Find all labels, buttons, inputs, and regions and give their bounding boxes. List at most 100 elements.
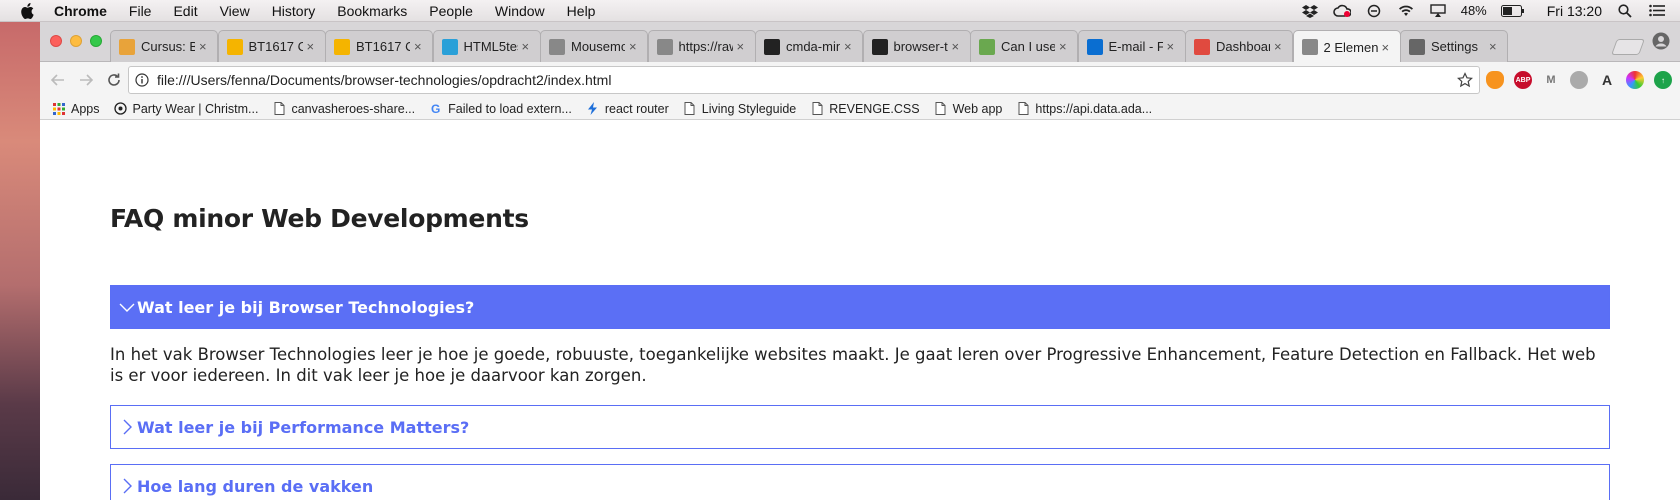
tab-title: BT1617 Co <box>248 39 303 54</box>
menu-app-name[interactable]: Chrome <box>54 3 107 19</box>
faq-answer-browser-technologies: In het vak Browser Technologies leer je … <box>110 345 1596 385</box>
tab-close-icon[interactable]: × <box>199 39 211 54</box>
browser-tab[interactable]: Mousemov × <box>540 30 648 62</box>
tab-close-icon[interactable]: × <box>737 39 749 54</box>
window-controls <box>50 35 102 47</box>
menubar-clock[interactable]: Fri 13:20 <box>1547 3 1602 19</box>
menu-window[interactable]: Window <box>495 3 545 19</box>
menu-history[interactable]: History <box>272 3 316 19</box>
faq-question-performance-matters[interactable]: Wat leer je bij Performance Matters? <box>110 405 1610 449</box>
bookmark-item[interactable]: Party Wear | Christm... <box>114 102 258 116</box>
page-icon <box>810 102 824 116</box>
chevron-right-icon <box>119 478 135 494</box>
faq-question-browser-technologies[interactable]: Wat leer je bij Browser Technologies? <box>110 285 1610 329</box>
faq-question-label: Hoe lang duren de vakken <box>137 476 374 496</box>
tab-close-icon[interactable]: × <box>414 39 426 54</box>
browser-tab[interactable]: HTML5test × <box>432 30 541 62</box>
tab-title: cmda-mino <box>786 39 840 54</box>
bookmark-item[interactable]: Living Styleguide <box>683 102 796 116</box>
browser-tab[interactable]: Can I use.. × <box>970 30 1078 62</box>
fire-extension-icon[interactable] <box>1486 71 1504 89</box>
bookmark-item[interactable]: canvasheroes-share... <box>272 102 415 116</box>
bookmark-item[interactable]: react router <box>586 102 669 116</box>
desktop-wallpaper <box>0 22 40 500</box>
font-extension-icon[interactable]: A <box>1598 71 1616 89</box>
browser-tab[interactable]: 2 Elements × <box>1292 30 1401 63</box>
battery-percent[interactable]: 48% <box>1461 3 1487 18</box>
tab-close-icon[interactable]: × <box>307 39 319 54</box>
gmail-extension-icon[interactable]: M <box>1542 71 1560 89</box>
adblock-plus-icon[interactable]: ABP <box>1514 71 1532 89</box>
apple-menu-icon[interactable] <box>20 2 36 19</box>
tab-close-icon[interactable]: × <box>522 39 534 54</box>
page-icon <box>272 102 286 116</box>
tab-close-icon[interactable]: × <box>952 39 964 54</box>
menu-help[interactable]: Help <box>567 3 596 19</box>
outlook-icon <box>1086 38 1103 55</box>
browser-tab[interactable]: cmda-mino × <box>755 30 863 62</box>
menu-people[interactable]: People <box>429 3 473 19</box>
browser-tab[interactable]: https://raw × <box>647 30 756 62</box>
zoom-window-button[interactable] <box>90 35 102 47</box>
browser-tab[interactable]: Settings × <box>1400 30 1508 62</box>
notification-center-icon[interactable] <box>1648 4 1666 18</box>
tab-title: Mousemov <box>571 39 625 54</box>
bookmark-item[interactable]: Apps <box>52 102 100 116</box>
info-icon[interactable] <box>135 73 149 87</box>
address-bar[interactable]: file:///Users/fenna/Documents/browser-te… <box>128 66 1480 94</box>
bookmark-item[interactable]: G Failed to load extern... <box>429 102 572 116</box>
back-button[interactable] <box>46 68 70 92</box>
faq-question-label: Wat leer je bij Browser Technologies? <box>137 297 475 317</box>
creative-cloud-icon[interactable] <box>1332 4 1351 18</box>
sync-icon[interactable] <box>1365 4 1383 18</box>
tab-close-icon[interactable]: × <box>1167 39 1179 54</box>
menu-file[interactable]: File <box>129 3 152 19</box>
browser-tab[interactable]: Dashboard × <box>1185 30 1293 62</box>
tab-strip: Cursus: Br×BT1617 Co×BT1617 Co×HTML5test… <box>40 22 1680 63</box>
settings-extension-icon[interactable] <box>1570 71 1588 89</box>
page-icon <box>683 102 697 116</box>
tab-close-icon[interactable]: × <box>629 39 641 54</box>
bookmark-item[interactable]: https://api.data.ada... <box>1016 102 1152 116</box>
tab-close-icon[interactable]: × <box>1382 40 1394 55</box>
reload-button[interactable] <box>102 68 126 92</box>
menu-view[interactable]: View <box>220 3 250 19</box>
chevron-right-icon <box>119 419 135 435</box>
google-icon: G <box>429 102 443 116</box>
wifi-icon[interactable] <box>1397 4 1415 18</box>
browser-tab[interactable]: browser-te × <box>862 30 971 62</box>
minimize-window-button[interactable] <box>70 35 82 47</box>
forward-button[interactable] <box>74 68 98 92</box>
tab-close-icon[interactable]: × <box>1059 39 1071 54</box>
close-window-button[interactable] <box>50 35 62 47</box>
tab-close-icon[interactable]: × <box>844 39 856 54</box>
extension-icons: ABP M A ↑ <box>1486 71 1672 89</box>
bookmark-item[interactable]: REVENGE.CSS <box>810 102 920 116</box>
faq-question-duration[interactable]: Hoe lang duren de vakken <box>110 464 1610 500</box>
browser-tab[interactable]: Cursus: Br × <box>110 30 218 62</box>
page-icon <box>1016 102 1030 116</box>
bookmark-item[interactable]: Web app <box>934 102 1002 116</box>
bookmark-label: Failed to load extern... <box>448 101 572 116</box>
browser-tab[interactable]: E-mail - Fe × <box>1077 30 1186 62</box>
menu-edit[interactable]: Edit <box>173 3 197 19</box>
page-icon <box>934 102 948 116</box>
browser-tab[interactable]: BT1617 Co × <box>217 30 326 62</box>
color-picker-extension-icon[interactable] <box>1626 71 1644 89</box>
slides-icon <box>226 38 243 55</box>
bookmark-label: canvasheroes-share... <box>291 101 416 116</box>
battery-icon[interactable] <box>1500 4 1525 18</box>
browser-tab[interactable]: BT1617 Co × <box>325 30 433 62</box>
new-tab-button[interactable] <box>1611 39 1645 55</box>
tab-close-icon[interactable]: × <box>1274 39 1286 54</box>
tab-close-icon[interactable]: × <box>1489 39 1501 54</box>
page-icon <box>549 38 565 55</box>
dropbox-icon[interactable] <box>1301 4 1319 18</box>
spotlight-search-icon[interactable] <box>1616 3 1634 18</box>
airplay-icon[interactable] <box>1429 4 1447 18</box>
profile-icon[interactable] <box>1652 32 1670 50</box>
bookmark-star-icon[interactable] <box>1457 72 1473 88</box>
url-text[interactable]: file:///Users/fenna/Documents/browser-te… <box>157 72 1457 88</box>
menu-bookmarks[interactable]: Bookmarks <box>337 3 407 19</box>
green-arrow-extension-icon[interactable]: ↑ <box>1654 71 1672 89</box>
